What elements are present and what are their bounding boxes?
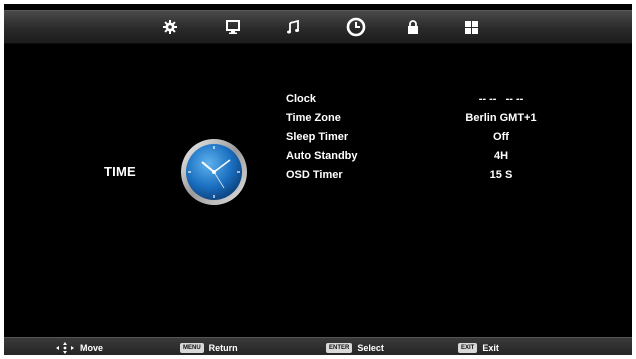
music-note-icon: [287, 20, 299, 34]
hint-exit-label: Exit: [482, 343, 499, 353]
tab-screen[interactable]: [221, 15, 245, 39]
hint-return: MENU Return: [180, 341, 238, 355]
setting-value: 4H: [493, 150, 509, 162]
lock-icon: [408, 20, 418, 34]
tab-picture-settings[interactable]: [158, 15, 182, 39]
setting-row-time-zone[interactable]: Time Zone Berlin GMT+1: [286, 109, 586, 128]
hint-return-label: Return: [208, 343, 238, 353]
gear-icon: [163, 20, 177, 34]
setting-label: Sleep Timer: [286, 131, 349, 143]
setting-label: Auto Standby: [286, 150, 358, 162]
hint-exit: EXIT Exit: [458, 341, 499, 355]
setting-row-clock[interactable]: Clock -- -- -- --: [286, 90, 586, 109]
help-bar: Move MENU Return ENTER Select EXIT Exit: [4, 337, 632, 355]
analog-clock-icon: [181, 139, 247, 205]
setting-value: 15 S: [489, 169, 513, 181]
setting-value: Off: [493, 131, 509, 143]
monitor-icon: [226, 20, 240, 34]
clock-icon: [346, 17, 366, 37]
setting-row-osd-timer[interactable]: OSD Timer 15 S: [286, 166, 586, 185]
tab-sound[interactable]: [281, 15, 305, 39]
setting-value: Berlin GMT+1: [465, 112, 537, 124]
enter-key-badge: ENTER: [326, 343, 353, 353]
hint-select-label: Select: [357, 343, 384, 353]
grid-icon: [464, 20, 478, 34]
time-settings-list: Clock -- -- -- -- Time Zone Berlin GMT+1…: [286, 90, 586, 185]
setting-row-sleep-timer[interactable]: Sleep Timer Off: [286, 128, 586, 147]
tab-time[interactable]: [344, 15, 368, 39]
hint-move-label: Move: [80, 343, 104, 353]
page-title: TIME: [104, 164, 136, 179]
hint-select: ENTER Select: [326, 341, 384, 355]
setting-value: -- -- -- --: [478, 93, 524, 105]
setting-row-auto-standby[interactable]: Auto Standby 4H: [286, 147, 586, 166]
hint-move: Move: [56, 341, 103, 355]
setting-label: OSD Timer: [286, 169, 343, 181]
setting-label: Time Zone: [286, 112, 341, 124]
tab-setup[interactable]: [459, 15, 483, 39]
menu-key-badge: MENU: [180, 343, 204, 353]
tab-lock[interactable]: [401, 15, 425, 39]
tv-menu-screen: TIME Clock -- -- -- -- Time Zone Berlin …: [4, 4, 632, 355]
move-arrows-icon: [56, 342, 74, 354]
exit-key-badge: EXIT: [458, 343, 478, 353]
setting-label: Clock: [286, 93, 316, 105]
menu-tab-bar: [4, 10, 632, 44]
